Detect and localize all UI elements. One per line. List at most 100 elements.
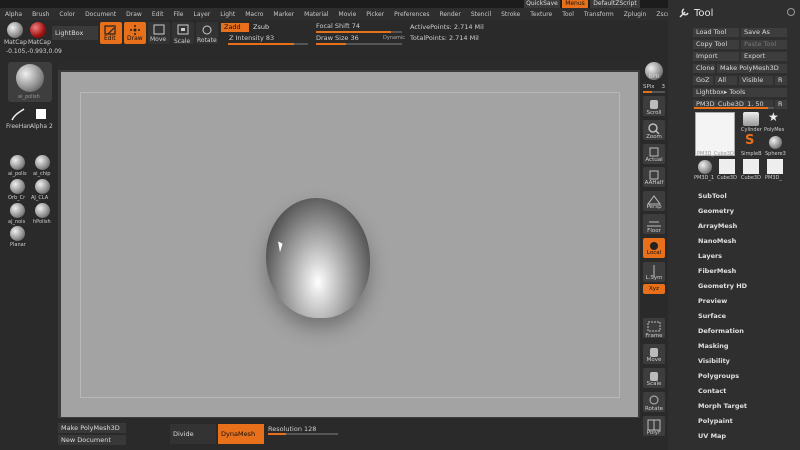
- menus-button[interactable]: Menus: [562, 0, 588, 8]
- goz-r-button[interactable]: R: [775, 76, 787, 85]
- menu-edit[interactable]: Edit: [147, 11, 169, 18]
- cylinder-tool-icon[interactable]: [743, 112, 759, 126]
- menu-material[interactable]: Material: [299, 11, 333, 18]
- subpalette-contact[interactable]: Contact: [698, 387, 726, 395]
- subpalette-polypaint[interactable]: Polypaint: [698, 417, 733, 425]
- goz-button[interactable]: GoZ: [693, 76, 713, 85]
- freehand-stroke-icon[interactable]: [10, 108, 26, 122]
- brush-sphere-icon: [16, 64, 44, 92]
- paste-tool-button[interactable]: Paste Tool: [741, 40, 787, 49]
- export-button[interactable]: Export: [741, 52, 787, 61]
- pm3d-tool-label: PM3D_1: [694, 175, 715, 181]
- menu-brush[interactable]: Brush: [27, 11, 54, 18]
- import-button[interactable]: Import: [693, 52, 739, 61]
- dynamic-toggle[interactable]: Dynamic: [383, 35, 405, 41]
- subpalette-geometry-hd[interactable]: Geometry HD: [698, 282, 747, 290]
- menu-picker[interactable]: Picker: [361, 11, 389, 18]
- goz-all-button[interactable]: All: [715, 76, 737, 85]
- menu-render[interactable]: Render: [434, 11, 465, 18]
- menu-color[interactable]: Color: [54, 11, 80, 18]
- dynamesh-button[interactable]: DynaMesh: [218, 424, 264, 444]
- divide-button[interactable]: Divide: [170, 424, 216, 444]
- polymesh-star-icon[interactable]: ★: [768, 110, 779, 124]
- resolution-slider[interactable]: [268, 433, 338, 435]
- menu-zplugin[interactable]: Zplugin: [619, 11, 652, 18]
- brush-ai-polis-icon[interactable]: [10, 155, 25, 170]
- brush-aj-cla-icon[interactable]: [35, 179, 50, 194]
- subpalette-visibility[interactable]: Visibility: [698, 357, 730, 365]
- cube3d-tool-icon-1[interactable]: [719, 159, 735, 174]
- current-brush-button[interactable]: ai_polish: [8, 62, 52, 102]
- menu-movie[interactable]: Movie: [334, 11, 362, 18]
- menu-layer[interactable]: Layer: [189, 11, 216, 18]
- save-as-button[interactable]: Save As: [741, 28, 787, 37]
- menu-draw[interactable]: Draw: [121, 11, 147, 18]
- sculpted-mesh[interactable]: [266, 198, 370, 318]
- zadd-button[interactable]: Zadd: [221, 23, 249, 32]
- brush-aj-nois-icon[interactable]: [10, 203, 25, 218]
- subpalette-fibermesh[interactable]: FiberMesh: [698, 267, 736, 275]
- scroll-label: Scroll: [646, 110, 662, 116]
- brush-hpolish-icon[interactable]: [35, 203, 50, 218]
- palette-dock-icon[interactable]: [787, 8, 795, 16]
- subpalette-surface[interactable]: Surface: [698, 312, 726, 320]
- clone-button[interactable]: Clone: [693, 64, 715, 73]
- goz-visible-button[interactable]: Visible: [739, 76, 773, 85]
- lightbox-button[interactable]: LightBox: [52, 26, 98, 40]
- menu-document[interactable]: Document: [80, 11, 121, 18]
- menu-preferences[interactable]: Preferences: [389, 11, 434, 18]
- focal-shift-slider[interactable]: [316, 31, 402, 33]
- sphere3d-tool-icon[interactable]: [769, 136, 782, 149]
- subpalette-nanomesh[interactable]: NanoMesh: [698, 237, 736, 245]
- subpalette-deformation[interactable]: Deformation: [698, 327, 744, 335]
- brush-planar-icon[interactable]: [10, 226, 25, 241]
- subpalette-layers[interactable]: Layers: [698, 252, 722, 260]
- menu-transform[interactable]: Transform: [579, 11, 619, 18]
- simplebrush-s-icon[interactable]: S: [745, 133, 754, 148]
- menu-texture[interactable]: Texture: [525, 11, 557, 18]
- new-document-button[interactable]: New Document: [58, 435, 126, 445]
- brush-orb-cr-icon[interactable]: [10, 179, 25, 194]
- menu-file[interactable]: File: [168, 11, 188, 18]
- menu-macro[interactable]: Macro: [240, 11, 268, 18]
- draw-size-slider[interactable]: [316, 43, 402, 45]
- copy-tool-button[interactable]: Copy Tool: [693, 40, 739, 49]
- cube3d-tool-label-2: Cube3D: [741, 175, 761, 181]
- matcap-red-sphere-icon[interactable]: [30, 22, 46, 38]
- pm3d-tool-icon-2[interactable]: [767, 159, 783, 174]
- lightbox-tools-button[interactable]: Lightbox▸ Tools: [693, 88, 787, 97]
- current-tool-slider-track[interactable]: [694, 107, 774, 109]
- current-tool-r-button[interactable]: R: [775, 100, 787, 109]
- menu-light[interactable]: Light: [215, 11, 240, 18]
- load-tool-button[interactable]: Load Tool: [693, 28, 739, 37]
- z-intensity-slider-label: Z Intensity 83: [229, 34, 275, 42]
- zsub-button[interactable]: Zsub: [250, 23, 276, 32]
- make-polymesh-button[interactable]: Make PolyMesh3D: [58, 423, 126, 433]
- spix-slider[interactable]: [643, 91, 665, 93]
- cube3d-tool-icon-2[interactable]: [743, 159, 759, 174]
- default-zscript-button[interactable]: DefaultZScript: [590, 0, 640, 8]
- alpha-swatch-icon[interactable]: [36, 109, 46, 119]
- subpalette-uv-map[interactable]: UV Map: [698, 432, 726, 440]
- menu-alpha[interactable]: Alpha: [0, 11, 27, 18]
- main-menubar: Alpha Brush Color Document Draw Edit Fil…: [0, 8, 677, 20]
- subpalette-polygroups[interactable]: Polygroups: [698, 372, 739, 380]
- menu-stencil[interactable]: Stencil: [466, 11, 496, 18]
- brush-ai-chip-icon[interactable]: [35, 155, 50, 170]
- subpalette-geometry[interactable]: Geometry: [698, 207, 734, 215]
- pm3d-tool-icon[interactable]: [698, 160, 712, 174]
- subpalette-masking[interactable]: Masking: [698, 342, 729, 350]
- menu-stroke[interactable]: Stroke: [496, 11, 525, 18]
- menu-marker[interactable]: Marker: [268, 11, 299, 18]
- make-polymesh3d-button[interactable]: Make PolyMesh3D: [717, 64, 787, 73]
- tool-thumb-pm3d-cube3d[interactable]: [695, 112, 735, 156]
- menu-tool[interactable]: Tool: [557, 11, 579, 18]
- draw-size-label: Draw Size 36: [316, 34, 359, 42]
- z-intensity-slider[interactable]: [228, 43, 308, 45]
- subpalette-morph-target[interactable]: Morph Target: [698, 402, 747, 410]
- subpalette-preview[interactable]: Preview: [698, 297, 727, 305]
- subpalette-subtool[interactable]: SubTool: [698, 192, 727, 200]
- matcap-sphere-icon[interactable]: [7, 22, 23, 38]
- quicksave-button[interactable]: QuickSave: [524, 0, 560, 8]
- subpalette-arraymesh[interactable]: ArrayMesh: [698, 222, 737, 230]
